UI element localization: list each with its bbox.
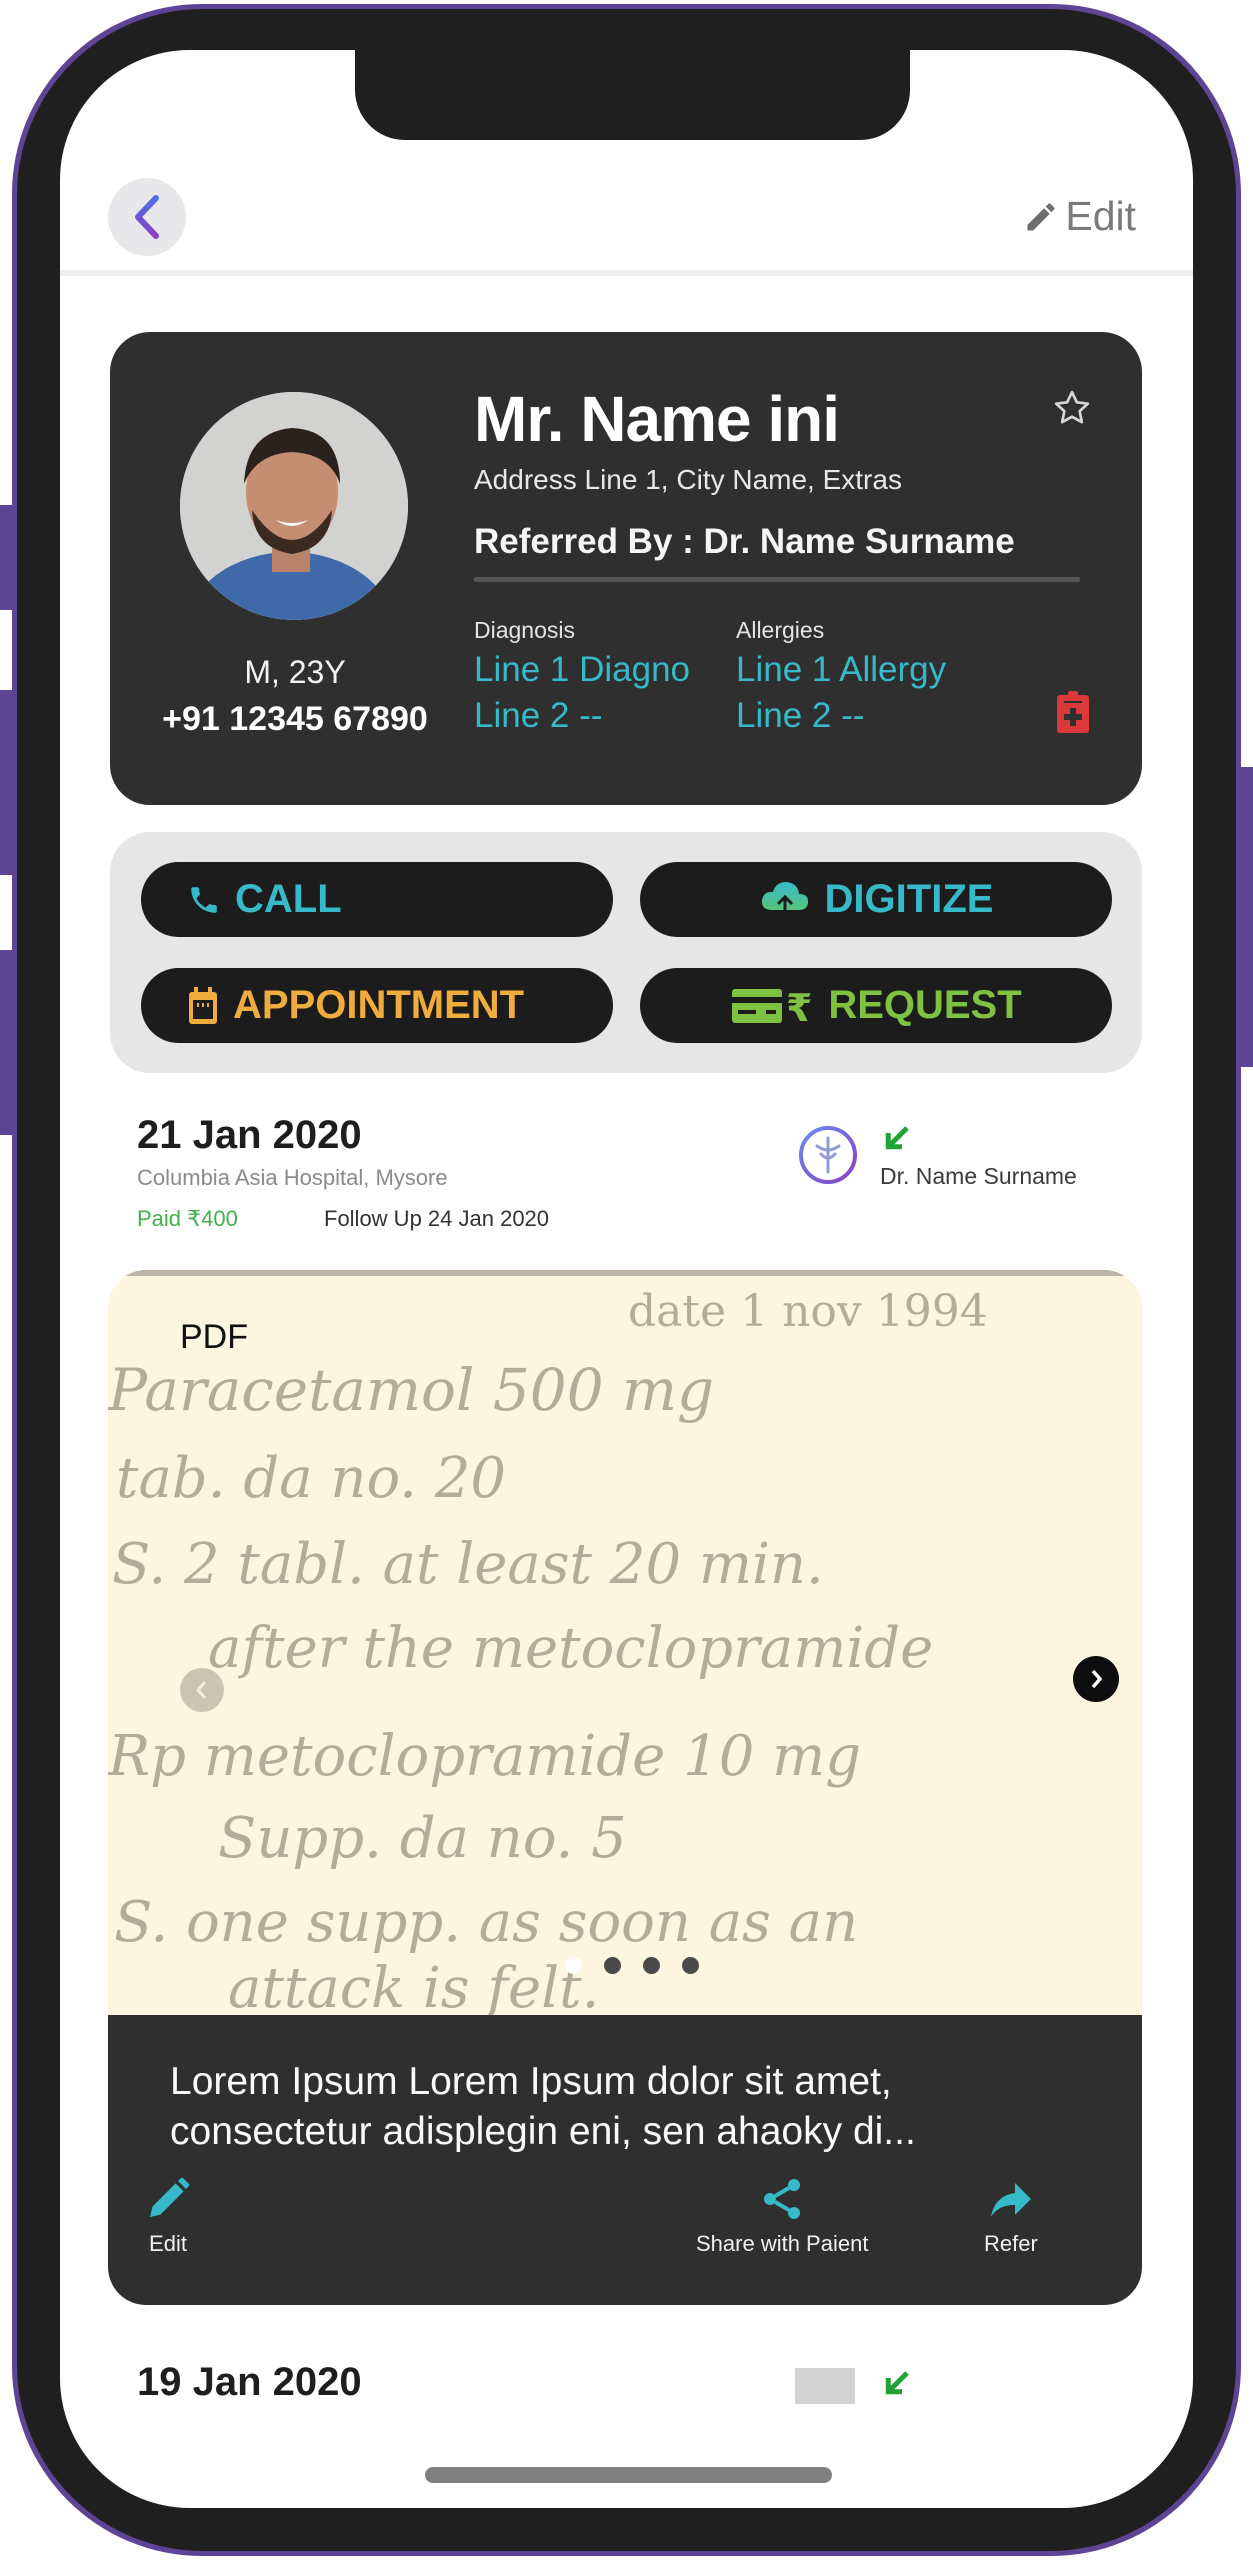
diagnosis-line-2: Line 2 -- xyxy=(474,696,603,735)
follow-up-date: Follow Up 24 Jan 2020 xyxy=(324,1206,550,1231)
diagnosis-label: Diagnosis xyxy=(474,617,575,643)
pencil-icon xyxy=(1027,202,1055,230)
call-label: CALL xyxy=(235,877,342,921)
patient-profile-card: M, 23Y +91 12345 67890 Mr. Name ini Addr… xyxy=(110,332,1142,805)
arrow-down-left-icon xyxy=(885,2371,909,2395)
patient-avatar[interactable] xyxy=(180,392,408,620)
record-note-panel: Lorem Ipsum Lorem Ipsum dolor sit amet, … xyxy=(108,2015,1142,2305)
share-with-patient-button[interactable]: Share with Paient xyxy=(696,2175,868,2257)
edit-profile-button[interactable]: Edit xyxy=(1023,193,1136,240)
doctor-badge[interactable] xyxy=(797,1124,859,1186)
payment-status: Paid ₹400 xyxy=(137,1206,238,1231)
doctor-name: Dr. Name Surname xyxy=(880,1163,1077,1189)
medical-record-button[interactable] xyxy=(1056,690,1090,739)
share-label: Share with Paient xyxy=(696,2231,869,2256)
header-divider xyxy=(60,270,1193,276)
patient-name: Mr. Name ini xyxy=(474,383,840,455)
note-edit-button[interactable]: Edit xyxy=(144,2175,192,2257)
request-label: REQUEST xyxy=(828,983,1022,1027)
incoming-record-indicator xyxy=(882,2368,912,2403)
appointment-button[interactable]: APPOINTMENT xyxy=(141,968,613,1043)
digitize-label: DIGITIZE xyxy=(824,877,994,921)
rx-line: Paracetamol 500 mg xyxy=(108,1356,715,1424)
request-payment-button[interactable]: ₹ REQUEST xyxy=(640,968,1112,1043)
record-note: Lorem Ipsum Lorem Ipsum dolor sit amet, … xyxy=(170,2060,916,2153)
doctor-badge-placeholder xyxy=(795,2368,855,2404)
call-button[interactable]: CALL xyxy=(141,862,613,937)
allergies-line-2: Line 2 -- xyxy=(736,696,865,735)
star-outline-icon xyxy=(1054,390,1090,424)
record-date: 21 Jan 2020 xyxy=(137,1113,362,1157)
phone-notch xyxy=(355,40,910,140)
patient-phone[interactable]: +91 12345 67890 xyxy=(140,700,450,739)
carousel-dot[interactable] xyxy=(604,1957,621,1974)
patient-sex-age: M, 23Y xyxy=(244,654,346,690)
rx-line: date 1 nov 1994 xyxy=(628,1286,988,1337)
chevron-left-icon xyxy=(135,195,159,239)
back-button[interactable] xyxy=(108,178,186,256)
record-card: date 1 nov 1994 PDF Paracetamol 500 mg t… xyxy=(108,1270,1142,2305)
refer-button[interactable]: Refer xyxy=(984,2175,1038,2257)
incoming-record-indicator xyxy=(882,1123,912,1158)
clipboard-medical-icon xyxy=(1057,691,1089,733)
quick-actions-panel: CALL DIGITIZE APPOINTMENT ₹ REQUEST xyxy=(110,832,1142,1073)
app-screen: Edit M, 23Y +91 12345 67890 Mr. Name ini… xyxy=(60,50,1193,2508)
calendar-icon xyxy=(189,986,217,1024)
rx-line: Rp metoclopramide 10 mg xyxy=(108,1724,862,1789)
allergies-label: Allergies xyxy=(736,617,825,643)
forward-arrow-icon xyxy=(990,2183,1031,2217)
refer-label: Refer xyxy=(984,2231,1038,2256)
prescription-image[interactable]: date 1 nov 1994 PDF Paracetamol 500 mg t… xyxy=(108,1270,1142,2021)
rx-line: Supp. da no. 5 xyxy=(218,1806,627,1871)
home-indicator[interactable] xyxy=(425,2467,832,2483)
payment-rupee-icon: ₹ xyxy=(732,986,813,1027)
allergies-line-1: Line 1 Allergy xyxy=(736,650,947,689)
appointment-label: APPOINTMENT xyxy=(233,983,525,1027)
carousel-indicator xyxy=(108,1957,1142,1974)
share-icon xyxy=(764,2179,801,2219)
cloud-upload-icon xyxy=(761,881,808,920)
chevron-left-icon xyxy=(196,1681,207,1699)
arrow-down-left-icon xyxy=(885,1126,909,1150)
rx-line: tab. da no. 20 xyxy=(116,1446,507,1511)
diagnosis-line-1: Line 1 Diagno xyxy=(474,650,690,689)
profile-divider xyxy=(474,577,1080,582)
edit-label: Edit xyxy=(1065,193,1136,239)
chevron-right-icon xyxy=(1091,1669,1103,1689)
record-date: 19 Jan 2020 xyxy=(137,2360,362,2404)
note-edit-label: Edit xyxy=(149,2231,187,2256)
avatar-photo xyxy=(180,392,408,620)
phone-icon xyxy=(191,886,217,913)
svg-text:₹: ₹ xyxy=(786,986,812,1027)
pencil-icon xyxy=(150,2177,190,2217)
rx-line: S. one supp. as soon as an xyxy=(114,1890,859,1955)
digitize-button[interactable]: DIGITIZE xyxy=(640,862,1112,937)
attachment-type-label: PDF xyxy=(180,1318,248,1356)
carousel-dot[interactable] xyxy=(682,1957,699,1974)
favorite-button[interactable] xyxy=(1052,388,1092,433)
carousel-prev-button[interactable] xyxy=(180,1668,224,1712)
carousel-dot[interactable] xyxy=(643,1957,660,1974)
carousel-next-button[interactable] xyxy=(1073,1656,1119,1702)
referred-by: Referred By : Dr. Name Surname xyxy=(474,522,1015,561)
medical-caduceus-icon xyxy=(799,1126,857,1184)
record-hospital: Columbia Asia Hospital, Mysore xyxy=(137,1165,448,1190)
carousel-dot[interactable] xyxy=(565,1957,582,1974)
patient-address: Address Line 1, City Name, Extras xyxy=(474,464,902,495)
rx-line: after the metoclopramide xyxy=(208,1616,934,1681)
rx-line: S. 2 tabl. at least 20 min. xyxy=(112,1532,824,1597)
